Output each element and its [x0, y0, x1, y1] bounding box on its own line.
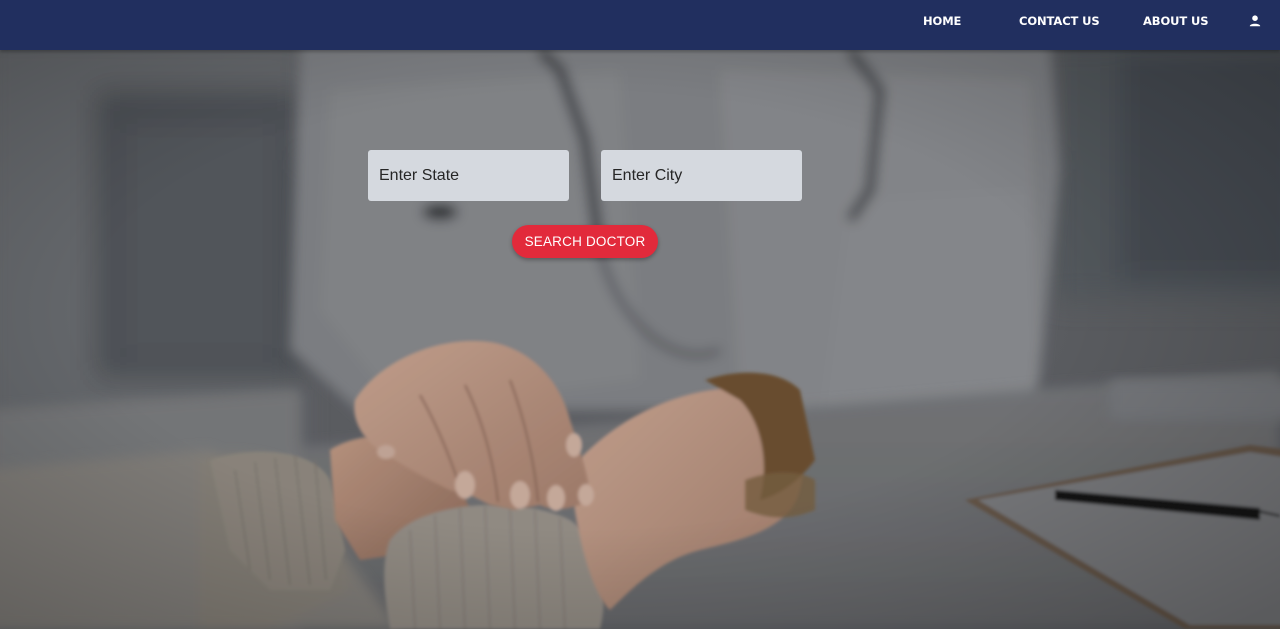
search-doctor-button[interactable]: SEARCH DOCTOR [512, 225, 658, 258]
top-navbar: HOME CONTACT US ABOUT US [0, 0, 1280, 50]
nav-home-link[interactable]: HOME [923, 14, 961, 28]
city-input[interactable] [601, 150, 802, 201]
nav-about-us-link[interactable]: ABOUT US [1143, 14, 1209, 28]
state-input[interactable] [368, 150, 569, 201]
hero-background-image [0, 50, 1280, 629]
user-icon[interactable] [1247, 13, 1263, 29]
home-page: HOME CONTACT US ABOUT US Enter State Ent… [0, 0, 1280, 629]
nav-contact-us-link[interactable]: CONTACT US [1019, 14, 1100, 28]
